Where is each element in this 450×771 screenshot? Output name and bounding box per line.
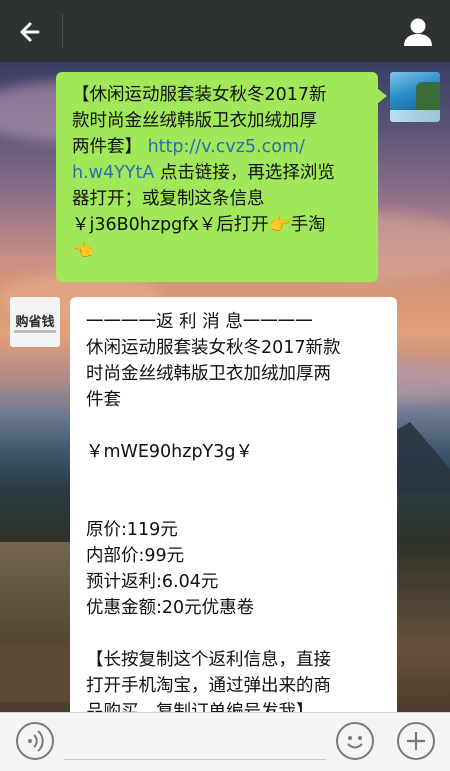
contact-info-button[interactable]	[398, 12, 438, 52]
product-name: 休闲运动服套装女秋冬2017新款	[86, 338, 341, 358]
message-text: 器打开；或复制这条信息	[72, 189, 265, 209]
chat-header	[0, 0, 450, 62]
estimated-rebate: 预计返利:6.04元	[86, 572, 219, 592]
original-price: 原价:119元	[86, 520, 178, 540]
message-text: 款时尚金丝绒韩版卫衣加绒加厚	[72, 111, 317, 131]
sender-avatar[interactable]: 购省钱	[10, 297, 60, 347]
my-avatar[interactable]	[390, 72, 440, 122]
plus-icon	[407, 732, 425, 750]
emoji-icon	[347, 736, 363, 749]
outgoing-message-bubble[interactable]: 【休闲运动服套装女秋冬2017新 款时尚金丝绒韩版卫衣加绒加厚 两件套】 htt…	[56, 72, 387, 282]
incoming-message-bubble[interactable]: 一一一一返 利 消 息一一一一 休闲运动服套装女秋冬2017新款 时尚金丝绒韩版…	[70, 297, 397, 727]
back-button[interactable]	[14, 14, 50, 50]
header-divider	[62, 14, 63, 48]
message-text: 两件套】 http://v.cvz5.com/	[72, 137, 305, 157]
product-name: 时尚金丝绒韩版卫衣加绒加厚两	[86, 364, 331, 384]
message-text: h.w4YYtA 点击链接，再选择浏览	[72, 163, 335, 183]
sender-logo-text: 购省钱	[15, 315, 55, 330]
arrow-left-icon	[20, 22, 40, 42]
product-link[interactable]: http://v.cvz5.com/	[148, 137, 305, 157]
person-icon	[404, 18, 432, 46]
voice-icon	[28, 730, 44, 752]
message-text: ￥j36B0hzpgfx￥后打开👉手淘	[72, 215, 326, 235]
product-name: 件套	[86, 390, 121, 410]
more-button[interactable]	[397, 722, 435, 760]
instruction-text: 打开手机淘宝，通过弹出来的商	[86, 676, 331, 696]
voice-button[interactable]	[16, 722, 54, 760]
coupon-amount: 优惠金额:20元优惠卷	[86, 598, 255, 618]
message-text: 【休闲运动服套装女秋冬2017新	[72, 85, 327, 105]
instruction-text: 【长按复制这个返利信息，直接	[86, 650, 331, 670]
emoji-button[interactable]	[336, 722, 374, 760]
input-bar	[0, 712, 450, 771]
message-text: 👈	[72, 241, 94, 261]
internal-price: 内部价:99元	[86, 546, 185, 566]
message-input[interactable]	[64, 725, 326, 760]
product-link-cont[interactable]: h.w4YYtA	[72, 163, 154, 183]
taobao-code: ￥mWE90hzpY3g￥	[86, 442, 253, 462]
rebate-title: 一一一一返 利 消 息一一一一	[86, 312, 313, 332]
